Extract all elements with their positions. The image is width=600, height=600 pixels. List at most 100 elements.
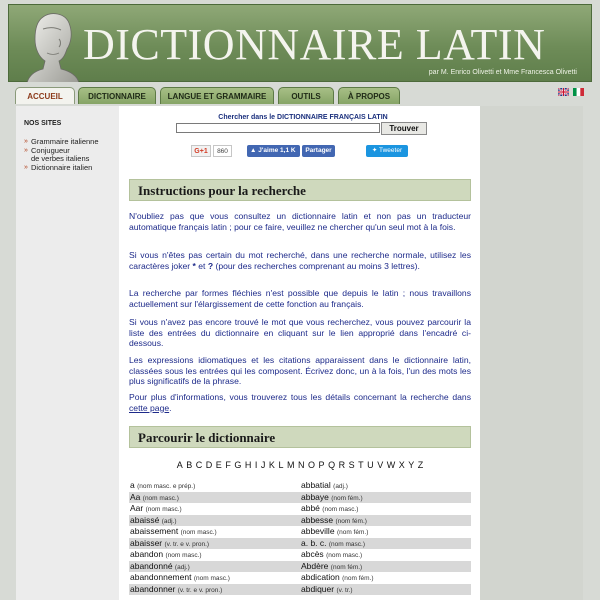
entry-word: Abdère <box>301 560 329 571</box>
entry-link[interactable]: abandonner (v. tr. e v. pron.) <box>129 584 300 596</box>
entry-link[interactable]: abdiquer (v. tr.) <box>300 584 471 596</box>
table-row: Aa (nom masc.) abbaye (nom fém.) <box>129 491 471 504</box>
thumbs-up-icon: ▲ <box>250 147 259 154</box>
uk-flag-icon[interactable] <box>558 88 569 96</box>
entry-link[interactable]: abbeville (nom fém.) <box>300 526 471 538</box>
facebook-share-button[interactable]: Partager <box>302 145 335 157</box>
letter-link-d[interactable]: D <box>206 460 213 470</box>
letter-link-z[interactable]: Z <box>418 460 424 470</box>
letter-link-m[interactable]: M <box>287 460 295 470</box>
entry-link[interactable]: abbesse (nom fém.) <box>300 515 471 527</box>
entry-part-of-speech: (nom fém.) <box>331 494 363 502</box>
letter-link-v[interactable]: V <box>377 460 383 470</box>
language-flags <box>558 88 584 96</box>
entry-word: abaisser <box>130 537 163 548</box>
tab-outils[interactable]: OUTILS <box>278 87 334 104</box>
entry-part-of-speech: (v. tr. e v. pron.) <box>164 540 210 548</box>
letter-link-o[interactable]: O <box>308 460 315 470</box>
entry-part-of-speech: (nom masc.) <box>145 506 182 513</box>
authors-credit: par M. Enrico Olivetti et Mme Francesca … <box>428 69 577 76</box>
table-row: abaissement (nom masc.) abbeville (nom fé… <box>129 526 471 538</box>
letter-link-q[interactable]: Q <box>328 460 335 470</box>
entry-word: abaissé <box>130 514 160 525</box>
letter-link-l[interactable]: L <box>278 460 283 470</box>
entry-link[interactable]: abcès (nom masc.) <box>300 549 471 561</box>
table-row: abandonner (v. tr. e v. pron.) abdiquer (… <box>129 583 471 596</box>
entry-link[interactable]: Abdère (nom fém.) <box>300 561 471 573</box>
browse-heading: Parcourir le dictionnaire <box>129 426 471 448</box>
letter-link-c[interactable]: C <box>196 460 203 470</box>
table-row: abaissé (adj.) abbesse (nom fém.) <box>129 514 471 527</box>
entry-link[interactable]: abandon (nom masc.) <box>129 549 300 561</box>
caesar-bust-logo[interactable] <box>21 9 81 83</box>
help-page-link[interactable]: cette page <box>129 403 169 413</box>
entry-part-of-speech: (v. tr.) <box>336 586 353 594</box>
entry-link[interactable]: abdication (nom fém.) <box>300 572 471 584</box>
tab-accueil[interactable]: ACCUEIL <box>15 87 75 104</box>
google-plus-count: 860 <box>213 145 232 157</box>
letter-link-e[interactable]: E <box>216 460 222 470</box>
letter-link-f[interactable]: F <box>225 460 231 470</box>
entry-link[interactable]: Aar (nom masc.) <box>129 503 300 515</box>
entry-word: abandonnement <box>130 572 192 582</box>
entry-link[interactable]: a. b. c. (nom masc.) <box>300 538 471 550</box>
instructions-paragraph: Si vous n'avez pas encore trouvé le mot … <box>129 317 471 348</box>
entry-part-of-speech: (adj.) <box>174 563 190 571</box>
search-input[interactable] <box>176 123 380 133</box>
entry-link[interactable]: abaisser (v. tr. e v. pron.) <box>129 538 300 550</box>
facebook-like-button[interactable]: ▲ J'aime 1,1 K <box>247 145 300 157</box>
letter-link-p[interactable]: P <box>319 460 325 470</box>
instructions-paragraph: Les expressions idiomatiques et les cita… <box>129 355 471 386</box>
google-plus-button[interactable]: G+1 <box>191 145 211 157</box>
entry-link[interactable]: abaissement (nom masc.) <box>129 526 300 538</box>
entry-part-of-speech: (v. tr. e v. pron.) <box>177 586 223 594</box>
entry-part-of-speech: (nom masc.) <box>326 552 363 559</box>
letter-link-w[interactable]: W <box>387 460 396 470</box>
entry-link[interactable]: abbatial (adj.) <box>300 480 471 492</box>
entry-link[interactable]: abandonné (adj.) <box>129 561 300 573</box>
letter-link-a[interactable]: A <box>177 460 183 470</box>
twitter-bird-icon: ✦ <box>371 147 379 154</box>
entry-link[interactable]: abandonnement (nom masc.) <box>129 572 300 584</box>
entry-link[interactable]: abbé (nom masc.) <box>300 503 471 515</box>
entry-word: abbesse <box>301 514 334 525</box>
bullet-icon: » <box>24 163 28 171</box>
letter-link-h[interactable]: H <box>245 460 252 470</box>
letter-link-j[interactable]: J <box>261 460 266 470</box>
italy-flag-icon[interactable] <box>573 88 584 96</box>
table-row: a (nom masc. e prép.) abbatial (adj.) <box>129 480 471 492</box>
tab-langue-grammaire[interactable]: LANGUE ET GRAMMAIRE <box>160 87 274 104</box>
entry-part-of-speech: (nom masc.) <box>180 529 217 536</box>
entry-link[interactable]: Aa (nom masc.) <box>129 492 300 504</box>
letter-link-b[interactable]: B <box>186 460 192 470</box>
letter-link-k[interactable]: K <box>269 460 275 470</box>
letter-link-u[interactable]: U <box>367 460 374 470</box>
entry-word: abdiquer <box>301 583 335 594</box>
sidebar-item-dictionnaire-italien[interactable]: » Dictionnaire italien <box>24 163 99 173</box>
entry-part-of-speech: (nom masc. e prép.) <box>137 483 196 490</box>
entry-link[interactable]: a (nom masc. e prép.) <box>129 480 300 492</box>
letter-link-t[interactable]: T <box>358 460 364 470</box>
letter-link-n[interactable]: N <box>298 460 305 470</box>
entry-word: Aa <box>130 491 141 502</box>
instructions-paragraph: N'oubliez pas que vous consultez un dict… <box>129 211 471 232</box>
tweet-button[interactable]: ✦ Tweeter <box>366 145 408 157</box>
site-title: DICTIONNAIRE LATIN <box>83 20 546 69</box>
letter-link-r[interactable]: R <box>339 460 346 470</box>
letter-link-x[interactable]: X <box>399 460 405 470</box>
entry-word: abdication <box>301 572 340 582</box>
letter-link-g[interactable]: G <box>234 460 241 470</box>
tab-dictionnaire[interactable]: DICTIONNAIRE <box>78 87 156 104</box>
tab-a-propos[interactable]: À PROPOS <box>338 87 400 104</box>
entry-part-of-speech: (nom fém.) <box>330 563 363 571</box>
entry-link[interactable]: abbaye (nom fém.) <box>300 492 471 504</box>
sites-list: » Grammaire italienne » Conjugueur de verb… <box>24 137 99 173</box>
entry-word: abbatial <box>301 480 331 490</box>
letter-link-i[interactable]: I <box>255 460 258 470</box>
search-button[interactable]: Trouver <box>381 122 427 135</box>
letter-link-y[interactable]: Y <box>408 460 414 470</box>
entry-link[interactable]: abaissé (adj.) <box>129 515 300 527</box>
letter-link-s[interactable]: S <box>349 460 355 470</box>
table-row: abandonnement (nom masc.) abdication (nom… <box>129 572 471 584</box>
table-row: abaisser (v. tr. e v. pron.) a. b. c. (no… <box>129 537 471 550</box>
